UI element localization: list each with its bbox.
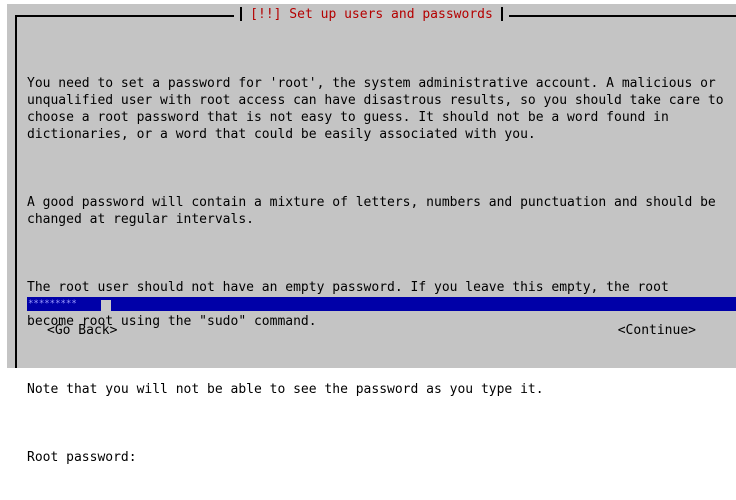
paragraph-root-intro: You need to set a password for 'root', t… — [27, 76, 724, 142]
dialog-title-bar: [!!] Set up users and passwords — [7, 6, 736, 23]
continue-button[interactable]: <Continue> — [618, 322, 696, 339]
password-masked-value: ********* — [28, 299, 77, 309]
dialog-body: You need to set a password for 'root', t… — [27, 41, 735, 500]
paragraph-hidden-input: Note that you will not be able to see th… — [27, 382, 544, 397]
title-right-tick — [500, 6, 503, 21]
installer-dialog: [!!] Set up users and passwords You need… — [7, 4, 736, 465]
root-password-input[interactable]: ********* — [27, 297, 736, 311]
go-back-button[interactable]: <Go Back> — [47, 322, 117, 339]
dialog-title-box: [!!] Set up users and passwords — [234, 6, 509, 23]
title-left-tick — [240, 6, 243, 21]
text-cursor — [101, 300, 111, 311]
dialog-frame-left — [15, 15, 17, 368]
root-password-label: Root password: — [27, 450, 137, 465]
dialog-title: [!!] Set up users and passwords — [250, 7, 493, 22]
paragraph-good-password: A good password will contain a mixture o… — [27, 195, 716, 227]
